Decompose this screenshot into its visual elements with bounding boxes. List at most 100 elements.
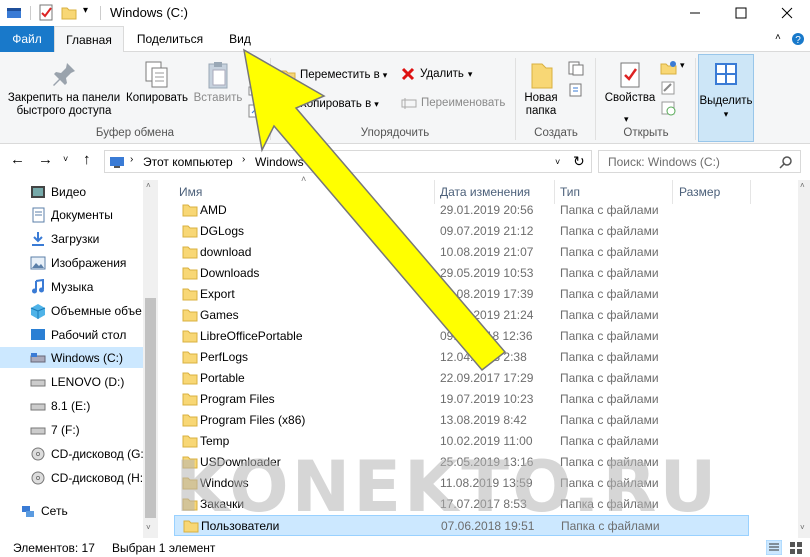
history-icon[interactable] xyxy=(660,100,678,116)
file-date: 22.09.2017 17:29 xyxy=(440,371,534,385)
nav-item-cd-drive-g[interactable]: CD-дисковод (G: xyxy=(0,443,143,464)
folder-icon xyxy=(182,204,198,217)
up-icon[interactable]: ↑ xyxy=(83,151,91,168)
nav-item-cd-drive-h[interactable]: CD-дисковод (H: xyxy=(0,467,143,488)
copy-to-button[interactable]: Копировать в ▾ xyxy=(280,96,379,112)
nav-item-documents[interactable]: Документы xyxy=(0,204,143,225)
select-button[interactable]: Выделить ▾ xyxy=(698,54,754,142)
paste-shortcut-icon[interactable] xyxy=(247,104,261,118)
table-row[interactable]: Downloads 29.05.2019 10:53 Папка с файлами xyxy=(174,263,749,284)
select-label: Выделить xyxy=(699,95,753,107)
table-row[interactable]: download 10.08.2019 21:07 Папка с файлами xyxy=(174,242,749,263)
nav-item-music[interactable]: Музыка xyxy=(0,276,143,297)
help-icon[interactable]: ? xyxy=(791,32,805,46)
refresh-icon[interactable]: ↻ xyxy=(573,153,585,170)
column-type[interactable]: Тип xyxy=(560,185,580,199)
new-folder-icon xyxy=(531,63,553,89)
rename-icon xyxy=(401,98,417,109)
rename-button[interactable]: Переименовать xyxy=(401,96,505,110)
properties-quick-icon[interactable] xyxy=(38,4,54,21)
scroll-down-icon[interactable]: ˅ xyxy=(146,523,151,532)
table-row[interactable]: Program Files (x86) 13.08.2019 8:42 Папка … xyxy=(174,410,749,431)
nav-item-3d-objects[interactable]: Объемные объе xyxy=(0,300,143,321)
large-icons-view-icon[interactable] xyxy=(788,540,804,555)
rename-label: Переименовать xyxy=(421,97,506,109)
table-row[interactable]: Games 03.01.2019 21:24 Папка с файлами xyxy=(174,305,749,326)
address-bar[interactable]: › Этот компьютер › Windows (C:) ˅ ↻ xyxy=(104,150,592,173)
tab-view[interactable]: Вид xyxy=(216,26,264,52)
nav-item-drive-f[interactable]: 7 (F:) xyxy=(0,419,143,440)
nav-item-downloads[interactable]: Загрузки xyxy=(0,228,143,249)
file-name: LibreOfficePortable xyxy=(200,329,303,343)
paste-button[interactable]: Вставить xyxy=(190,60,246,105)
scroll-up-icon[interactable]: ˄ xyxy=(146,181,151,190)
properties-button[interactable]: Свойства xyxy=(600,60,660,105)
cut-icon[interactable] xyxy=(247,64,261,78)
nav-item-drive-c[interactable]: Windows (C:) xyxy=(0,347,143,368)
easy-access-icon[interactable] xyxy=(567,82,585,98)
collapse-ribbon-icon[interactable]: ˄ xyxy=(775,32,781,43)
pin-quick-access-button[interactable]: Закрепить на панели быстрого доступа xyxy=(3,60,125,118)
file-date: 18.08.2019 17:39 xyxy=(440,287,534,301)
copy-button[interactable]: Копировать xyxy=(124,60,190,105)
folder-icon xyxy=(182,225,198,238)
recent-locations-icon[interactable]: ˅ xyxy=(63,154,68,164)
drive-d-icon xyxy=(30,379,46,386)
address-dropdown-icon[interactable]: ˅ xyxy=(555,157,560,167)
table-row[interactable]: Portable 22.09.2017 17:29 Папка с файлами xyxy=(174,368,749,389)
table-row[interactable]: DGLogs 09.07.2019 21:12 Папка с файлами xyxy=(174,221,749,242)
edit-icon[interactable] xyxy=(660,80,678,96)
folder-icon xyxy=(182,309,198,322)
selection-count: Выбран 1 элемент xyxy=(112,541,216,555)
table-row[interactable]: Program Files 19.07.2019 10:23 Папка с фай… xyxy=(174,389,749,410)
file-date: 09.11.2018 12:36 xyxy=(440,329,533,343)
close-button[interactable] xyxy=(764,0,810,26)
nav-item-network[interactable]: Сеть xyxy=(0,500,143,521)
new-folder-label: Новая папка xyxy=(524,92,558,117)
new-folder-quick-icon[interactable] xyxy=(61,5,77,20)
nav-item-drive-e[interactable]: 8.1 (E:) xyxy=(0,395,143,416)
scroll-down-icon[interactable]: ˅ xyxy=(800,523,805,532)
tab-file[interactable]: Файл xyxy=(0,26,54,52)
move-to-button[interactable]: Переместить в ▾ xyxy=(280,67,387,83)
copy-path-icon[interactable] xyxy=(247,84,261,98)
table-row[interactable]: Export 18.08.2019 17:39 Папка с файлами xyxy=(174,284,749,305)
scroll-thumb[interactable] xyxy=(145,298,156,518)
cd-drive-icon xyxy=(31,447,45,460)
table-row[interactable]: LibreOfficePortable 09.11.2018 12:36 Папка… xyxy=(174,326,749,347)
quick-access-dropdown-icon[interactable]: ▾ xyxy=(83,5,88,16)
back-icon[interactable]: ← xyxy=(10,151,25,168)
navigation-scrollbar[interactable]: ˄ ˅ xyxy=(143,180,158,538)
properties-dropdown-icon[interactable]: ▾ xyxy=(624,114,629,125)
column-size[interactable]: Размер xyxy=(679,185,720,199)
breadcrumb-this-pc[interactable]: Этот компьютер xyxy=(143,155,233,169)
select-dropdown-icon: ▾ xyxy=(723,109,729,119)
pictures-icon xyxy=(30,256,46,269)
open-dropdown-icon[interactable]: ▾ xyxy=(680,60,685,71)
nav-item-pictures[interactable]: Изображения xyxy=(0,252,143,273)
tab-share[interactable]: Поделиться xyxy=(124,26,216,52)
minimize-button[interactable] xyxy=(672,0,718,26)
column-name[interactable]: Имя xyxy=(179,185,202,199)
delete-button[interactable]: Удалить ▾ xyxy=(401,67,472,81)
file-name: Downloads xyxy=(200,266,260,280)
maximize-button[interactable] xyxy=(718,0,764,26)
column-date[interactable]: Дата изменения xyxy=(440,185,530,199)
file-list-scrollbar[interactable]: ˄ ˅ xyxy=(798,180,810,538)
new-item-icon[interactable] xyxy=(567,60,585,76)
open-icon[interactable] xyxy=(660,60,678,76)
nav-item-desktop[interactable]: Рабочий стол xyxy=(0,324,143,345)
tab-home[interactable]: Главная xyxy=(54,26,124,53)
breadcrumb-drive[interactable]: Windows (C:) xyxy=(255,155,327,169)
details-view-icon[interactable] xyxy=(766,540,782,555)
table-row[interactable]: AMD 29.01.2019 20:56 Папка с файлами xyxy=(174,200,749,221)
forward-icon[interactable]: → xyxy=(38,151,53,168)
nav-item-drive-d[interactable]: LENOVO (D:) xyxy=(0,371,143,392)
file-date: 09.07.2019 21:12 xyxy=(440,224,534,238)
new-folder-button[interactable]: Новая папка xyxy=(518,60,564,118)
table-row[interactable]: PerfLogs 12.04.2018 2:38 Папка с файлами xyxy=(174,347,749,368)
nav-item-video[interactable]: Видео xyxy=(0,181,143,202)
file-name: Games xyxy=(200,308,239,322)
scroll-up-icon[interactable]: ˄ xyxy=(800,181,805,190)
search-input[interactable]: Поиск: Windows (C:) xyxy=(598,150,801,173)
